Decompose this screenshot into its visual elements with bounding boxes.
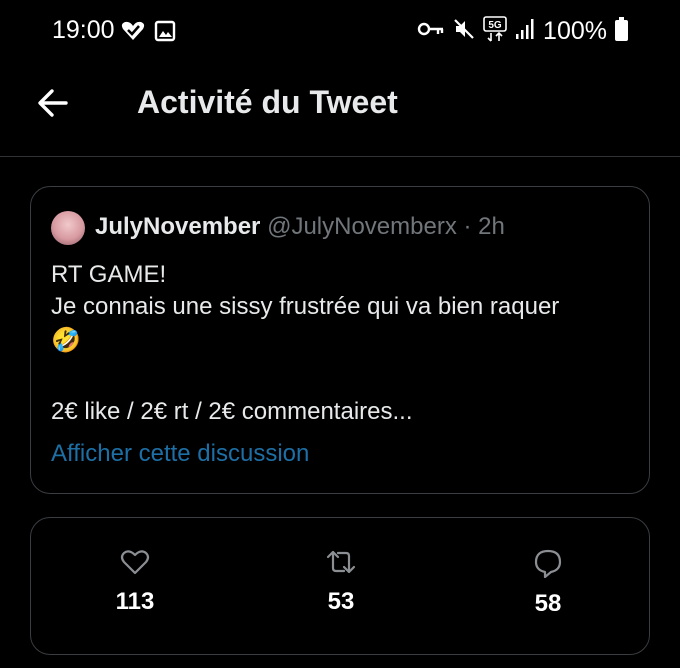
- tweet-time: 2h: [478, 213, 505, 240]
- avatar[interactable]: [51, 211, 85, 245]
- tweet-author-line: JulyNovember @JulyNovemberx · 2h: [95, 213, 505, 241]
- show-thread-link[interactable]: Afficher cette discussion: [51, 440, 309, 468]
- key-icon: [417, 19, 445, 44]
- separator-dot: ·: [463, 213, 472, 240]
- replies-stat[interactable]: 58: [508, 548, 588, 618]
- mute-icon: [453, 18, 475, 45]
- likes-stat[interactable]: 113: [95, 548, 175, 616]
- rofl-emoji-icon: 🤣: [51, 327, 81, 354]
- status-time: 19:00: [52, 16, 115, 44]
- status-bar: 19:00 5G 100%: [0, 0, 680, 62]
- retweet-icon: [326, 550, 356, 574]
- replies-count: 58: [534, 590, 562, 617]
- retweets-stat[interactable]: 53: [301, 548, 381, 616]
- tweet-body: RT GAME! Je connais une sissy frustrée q…: [51, 259, 631, 357]
- tweet-line-1: RT GAME!: [51, 261, 167, 288]
- author-name[interactable]: JulyNovember: [95, 213, 260, 240]
- author-handle: @JulyNovemberx: [267, 213, 457, 240]
- tweet-line-3: 2€ like / 2€ rt / 2€ commentaires...: [51, 398, 413, 425]
- tweet-line-2: Je connais une sissy frustrée qui va bie…: [51, 293, 560, 320]
- image-icon: [154, 20, 176, 47]
- engagement-stats: 113 53 58: [30, 517, 650, 655]
- battery-icon: [615, 17, 628, 46]
- arrow-left-icon: [38, 89, 68, 117]
- page-title: Activité du Tweet: [137, 84, 398, 120]
- vpn-heart-icon: [120, 18, 146, 49]
- 5g-icon: 5G: [483, 16, 507, 47]
- svg-text:5G: 5G: [488, 20, 502, 31]
- signal-icon: [515, 18, 535, 45]
- back-button[interactable]: [36, 86, 70, 120]
- reply-bubble-icon: [534, 549, 562, 578]
- app-header: Activité du Tweet: [0, 62, 680, 157]
- tweet-card[interactable]: JulyNovember @JulyNovemberx · 2h RT GAME…: [30, 186, 650, 494]
- battery-percent: 100%: [543, 17, 607, 45]
- likes-count: 113: [115, 588, 155, 615]
- retweets-count: 53: [327, 588, 355, 615]
- heart-icon: [120, 550, 150, 575]
